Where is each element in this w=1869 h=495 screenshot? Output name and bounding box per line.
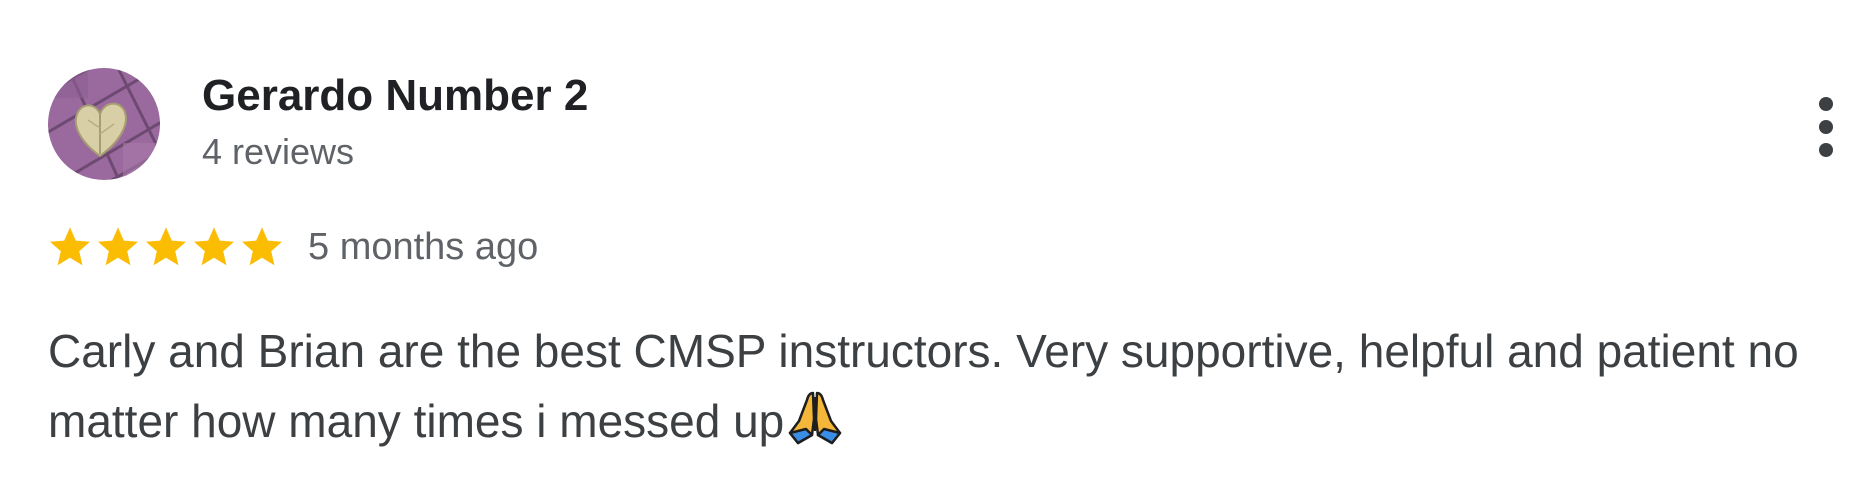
rating-row: 5 months ago [46, 222, 538, 272]
star-icon [242, 227, 282, 266]
author-name[interactable]: Gerardo Number 2 [202, 70, 588, 122]
review-text-block: Carly and Brian are the best CMSP instru… [48, 316, 1848, 456]
more-vert-icon [1819, 97, 1833, 157]
avatar-leaf-photo [48, 68, 160, 180]
star-icon [98, 227, 138, 266]
star-rating [46, 223, 286, 271]
more-options-button[interactable] [1806, 92, 1846, 162]
review-date: 5 months ago [308, 226, 539, 268]
star-icon [50, 227, 90, 266]
folded-hands-icon [789, 391, 842, 445]
review-text: Carly and Brian are the best CMSP instru… [48, 325, 1799, 447]
star-icon [146, 227, 186, 266]
star-icon [194, 227, 234, 266]
avatar[interactable] [48, 68, 160, 180]
review-card: Gerardo Number 2 4 reviews 5 months ago … [0, 0, 1869, 495]
author-review-count: 4 reviews [202, 131, 355, 172]
